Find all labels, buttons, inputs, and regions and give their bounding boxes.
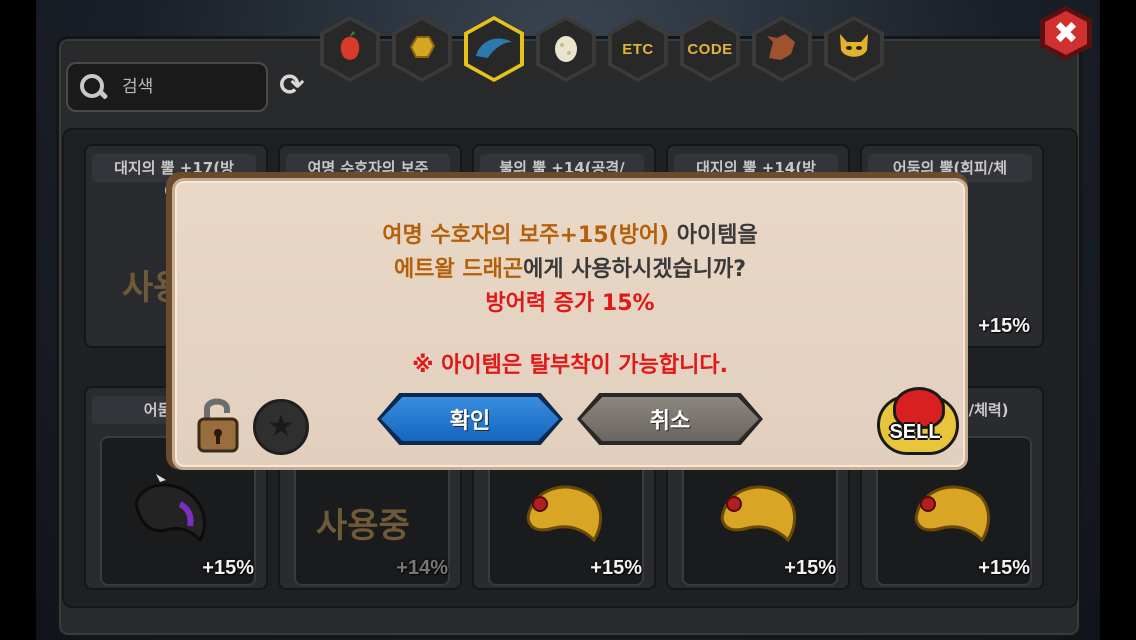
- egg-icon: [553, 31, 579, 67]
- confirm-dialog: 여명 수호자의 보주+15(방어) 아이템을 에트왈 드래곤에게 사용하시겠습니…: [172, 178, 968, 470]
- tab-dragon[interactable]: [750, 14, 814, 84]
- stat-effect: 방어력 증가 15%: [485, 291, 655, 316]
- tab-egg[interactable]: [534, 14, 598, 84]
- detach-notice: ※ 아이템은 탈부착이 가능합니다.: [412, 353, 728, 378]
- tab-mask[interactable]: [822, 14, 886, 84]
- cancel-label: 취소: [649, 409, 691, 434]
- cancel-button[interactable]: 취소: [577, 393, 763, 445]
- refresh-icon: ⟳: [279, 68, 305, 103]
- horn-icon: [474, 34, 514, 64]
- sell-label: SELL: [889, 421, 941, 443]
- tab-etc[interactable]: ETC: [606, 14, 670, 84]
- item-bonus: +15%: [978, 315, 1030, 337]
- dragon-head-icon: [765, 32, 799, 66]
- dialog-line-2: 에트왈 드래곤에게 사용하시겠습니까?: [175, 251, 965, 283]
- unlock-icon[interactable]: [197, 395, 239, 453]
- search-icon: [78, 72, 108, 102]
- tab-etc-label: ETC: [622, 40, 654, 58]
- item-bonus: +15%: [590, 557, 642, 579]
- left-letterbox: [0, 0, 36, 640]
- item-bonus: +15%: [978, 557, 1030, 579]
- tab-fruit[interactable]: [318, 14, 382, 84]
- star-icon: ★: [267, 409, 295, 444]
- devil-mask-icon: [837, 32, 871, 66]
- confirm-label: 확인: [449, 409, 491, 434]
- dialog-line-1-rest: 아이템을: [669, 223, 758, 248]
- in-use-label: 사용중: [316, 506, 410, 546]
- gold-horn-claw-icon: [720, 485, 796, 543]
- favorite-button[interactable]: ★: [253, 399, 309, 455]
- tab-code-label: CODE: [687, 40, 733, 58]
- search-input[interactable]: [120, 76, 254, 98]
- close-icon: ✖: [1045, 11, 1087, 55]
- search-box[interactable]: [66, 62, 268, 112]
- gold-horn-claw-icon: [914, 485, 990, 543]
- fruit-icon: [335, 31, 365, 67]
- item-bonus: +15%: [202, 557, 254, 579]
- gold-horn-claw-icon: [526, 485, 602, 543]
- item-name: 여명 수호자의 보주+15(방어): [382, 223, 670, 248]
- target-name: 에트왈 드래곤: [394, 257, 524, 282]
- refresh-button[interactable]: ⟳: [274, 68, 310, 104]
- right-letterbox: [1100, 0, 1136, 640]
- tab-horn[interactable]: [462, 14, 526, 84]
- dialog-line-1: 여명 수호자의 보주+15(방어) 아이템을: [175, 217, 965, 249]
- dialog-line-2-rest: 에게 사용하시겠습니까?: [523, 257, 746, 282]
- item-bonus: +15%: [784, 557, 836, 579]
- tab-code[interactable]: CODE: [678, 14, 742, 84]
- sell-button[interactable]: SELL: [875, 387, 959, 455]
- confirm-button[interactable]: 확인: [377, 393, 563, 445]
- dark-horn-claw-icon: [134, 474, 206, 543]
- tab-gold[interactable]: [390, 14, 454, 84]
- item-bonus: +14%: [396, 557, 448, 579]
- gold-ore-icon: [407, 33, 437, 65]
